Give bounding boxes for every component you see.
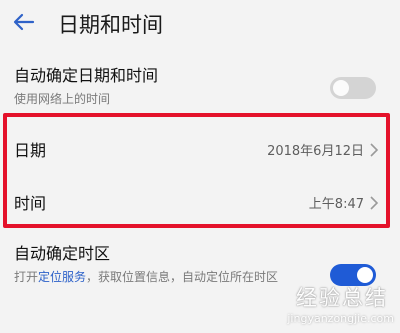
watermark-url: jingyanzongjie.com	[287, 312, 394, 325]
auto-datetime-title: 自动确定日期和时间	[14, 66, 159, 85]
tz-sub-prefix: 打开	[14, 270, 39, 284]
back-button[interactable]	[8, 6, 40, 38]
date-value: 2018年6月12日	[267, 144, 364, 159]
auto-timezone-title: 自动确定时区	[14, 244, 111, 263]
location-service-link[interactable]: 定位服务	[38, 270, 86, 284]
date-row[interactable]: 日期 2018年6月12日	[0, 128, 400, 168]
chevron-right-icon	[369, 142, 379, 157]
toggle-knob	[333, 80, 349, 96]
tz-sub-suffix: ，获取位置信息，自动定位所在时区	[86, 270, 279, 284]
chevron-right-icon	[369, 195, 379, 210]
time-label: 时间	[14, 194, 47, 213]
time-row[interactable]: 时间 上午8:47	[0, 181, 400, 221]
page-title: 日期和时间	[58, 13, 163, 37]
toggle-knob	[357, 267, 373, 283]
arrow-left-icon	[13, 13, 35, 31]
auto-timezone-subtitle: 打开定位服务，获取位置信息，自动定位所在时区	[14, 268, 332, 286]
time-value: 上午8:47	[308, 197, 364, 212]
watermark-logo: 经验总结	[296, 286, 388, 310]
auto-datetime-subtitle: 使用网络上的时间	[14, 92, 111, 106]
settings-screen: 日期和时间 自动确定日期和时间 使用网络上的时间 日期 2018年6月12日 时…	[0, 0, 400, 333]
auto-datetime-row[interactable]: 自动确定日期和时间 使用网络上的时间	[0, 56, 400, 112]
date-label: 日期	[14, 141, 47, 160]
app-bar: 日期和时间	[0, 0, 400, 44]
auto-datetime-toggle[interactable]	[330, 77, 376, 99]
